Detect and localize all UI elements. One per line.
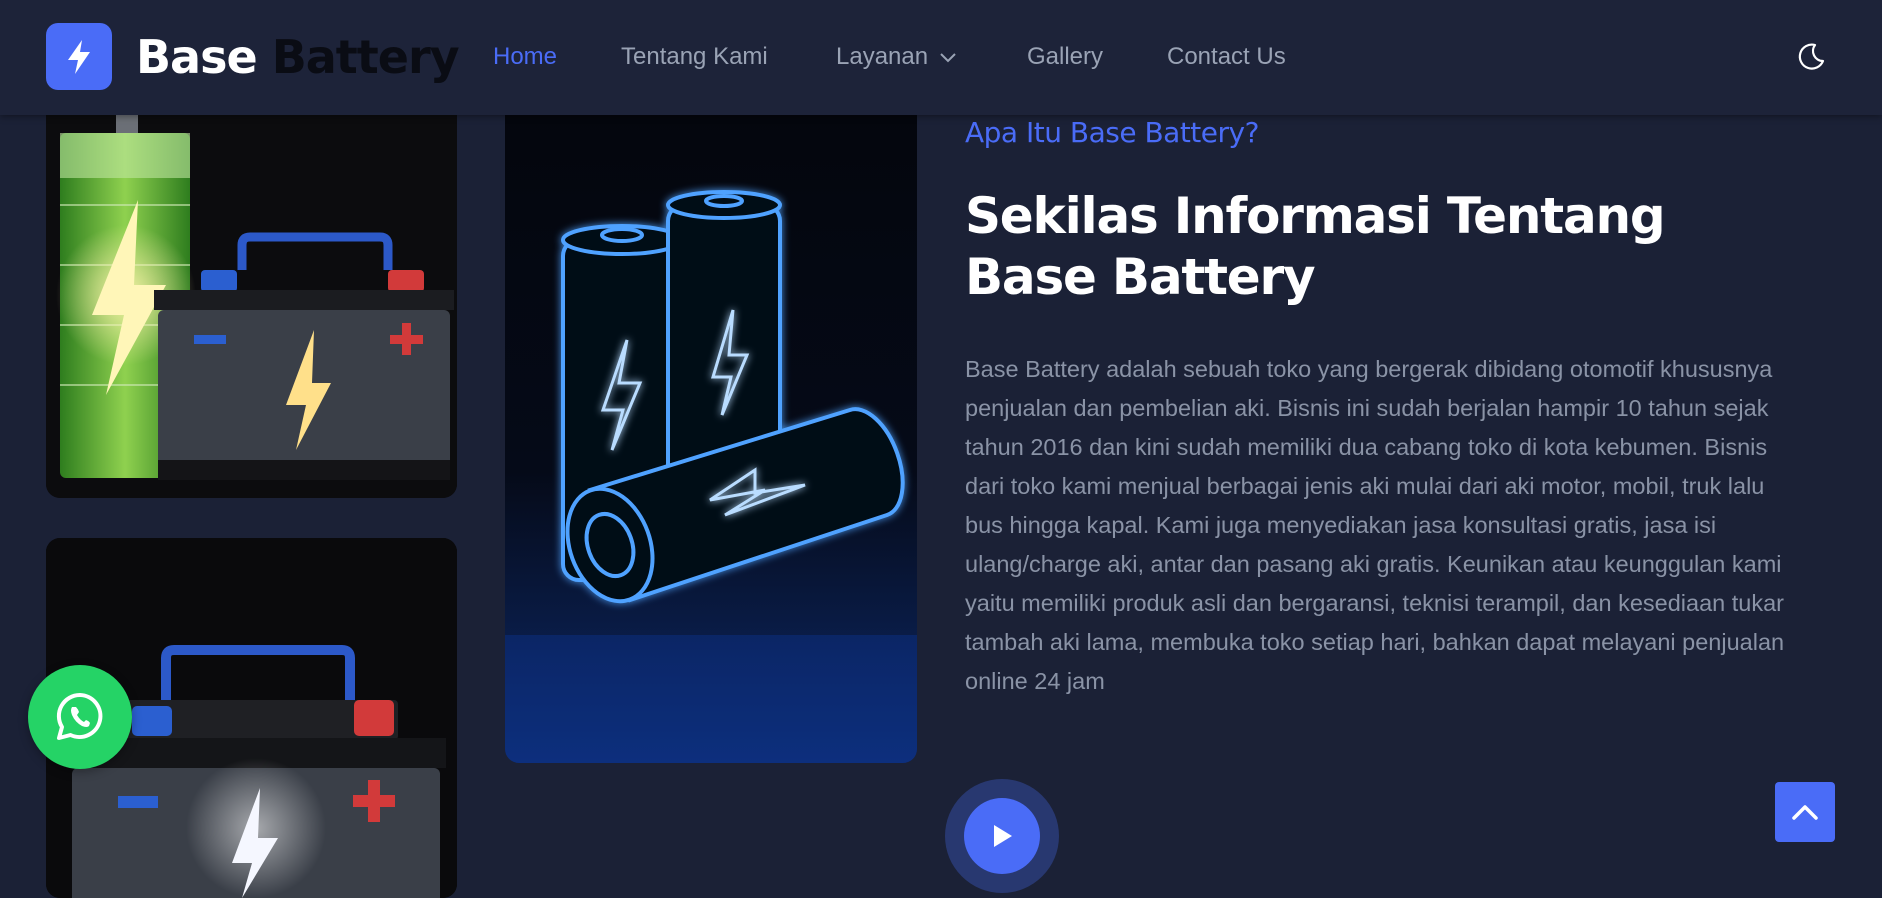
- section-eyebrow: Apa Itu Base Battery?: [965, 116, 1259, 149]
- whatsapp-icon: [56, 692, 103, 740]
- brand-word-battery: Battery: [271, 30, 460, 84]
- section-heading: Sekilas Informasi Tentang Base Battery: [965, 187, 1666, 306]
- brand-name[interactable]: Base Battery: [136, 28, 460, 86]
- theme-toggle-button[interactable]: [1794, 40, 1828, 74]
- moon-icon: [1798, 43, 1825, 70]
- whatsapp-button[interactable]: [28, 665, 132, 769]
- play-video-button[interactable]: [945, 779, 1059, 893]
- brand-word-base: Base: [136, 30, 258, 84]
- logo[interactable]: [46, 23, 112, 90]
- play-icon: [994, 825, 1012, 847]
- nav-contact-us[interactable]: Contact Us: [1167, 42, 1286, 72]
- lightning-bolt-icon: [68, 39, 90, 74]
- about-description: Base Battery adalah sebuah toko yang ber…: [965, 356, 1785, 694]
- neon-battery-image: [505, 115, 917, 763]
- nav-home[interactable]: Home: [493, 42, 557, 72]
- nav-layanan-label: Layanan: [836, 43, 929, 70]
- chevron-down-icon: [940, 52, 956, 63]
- nav-gallery[interactable]: Gallery: [1027, 42, 1103, 72]
- nav-tentang-kami[interactable]: Tentang Kami: [621, 42, 768, 72]
- play-video-button-inner[interactable]: [964, 798, 1040, 874]
- battery-image-top-left: [46, 115, 457, 498]
- site-header: Base Battery Home Tentang Kami Layanan G…: [0, 0, 1882, 115]
- nav-layanan[interactable]: Layanan: [836, 42, 956, 72]
- scroll-to-top-button[interactable]: [1775, 782, 1835, 842]
- chevron-up-icon: [1792, 805, 1818, 820]
